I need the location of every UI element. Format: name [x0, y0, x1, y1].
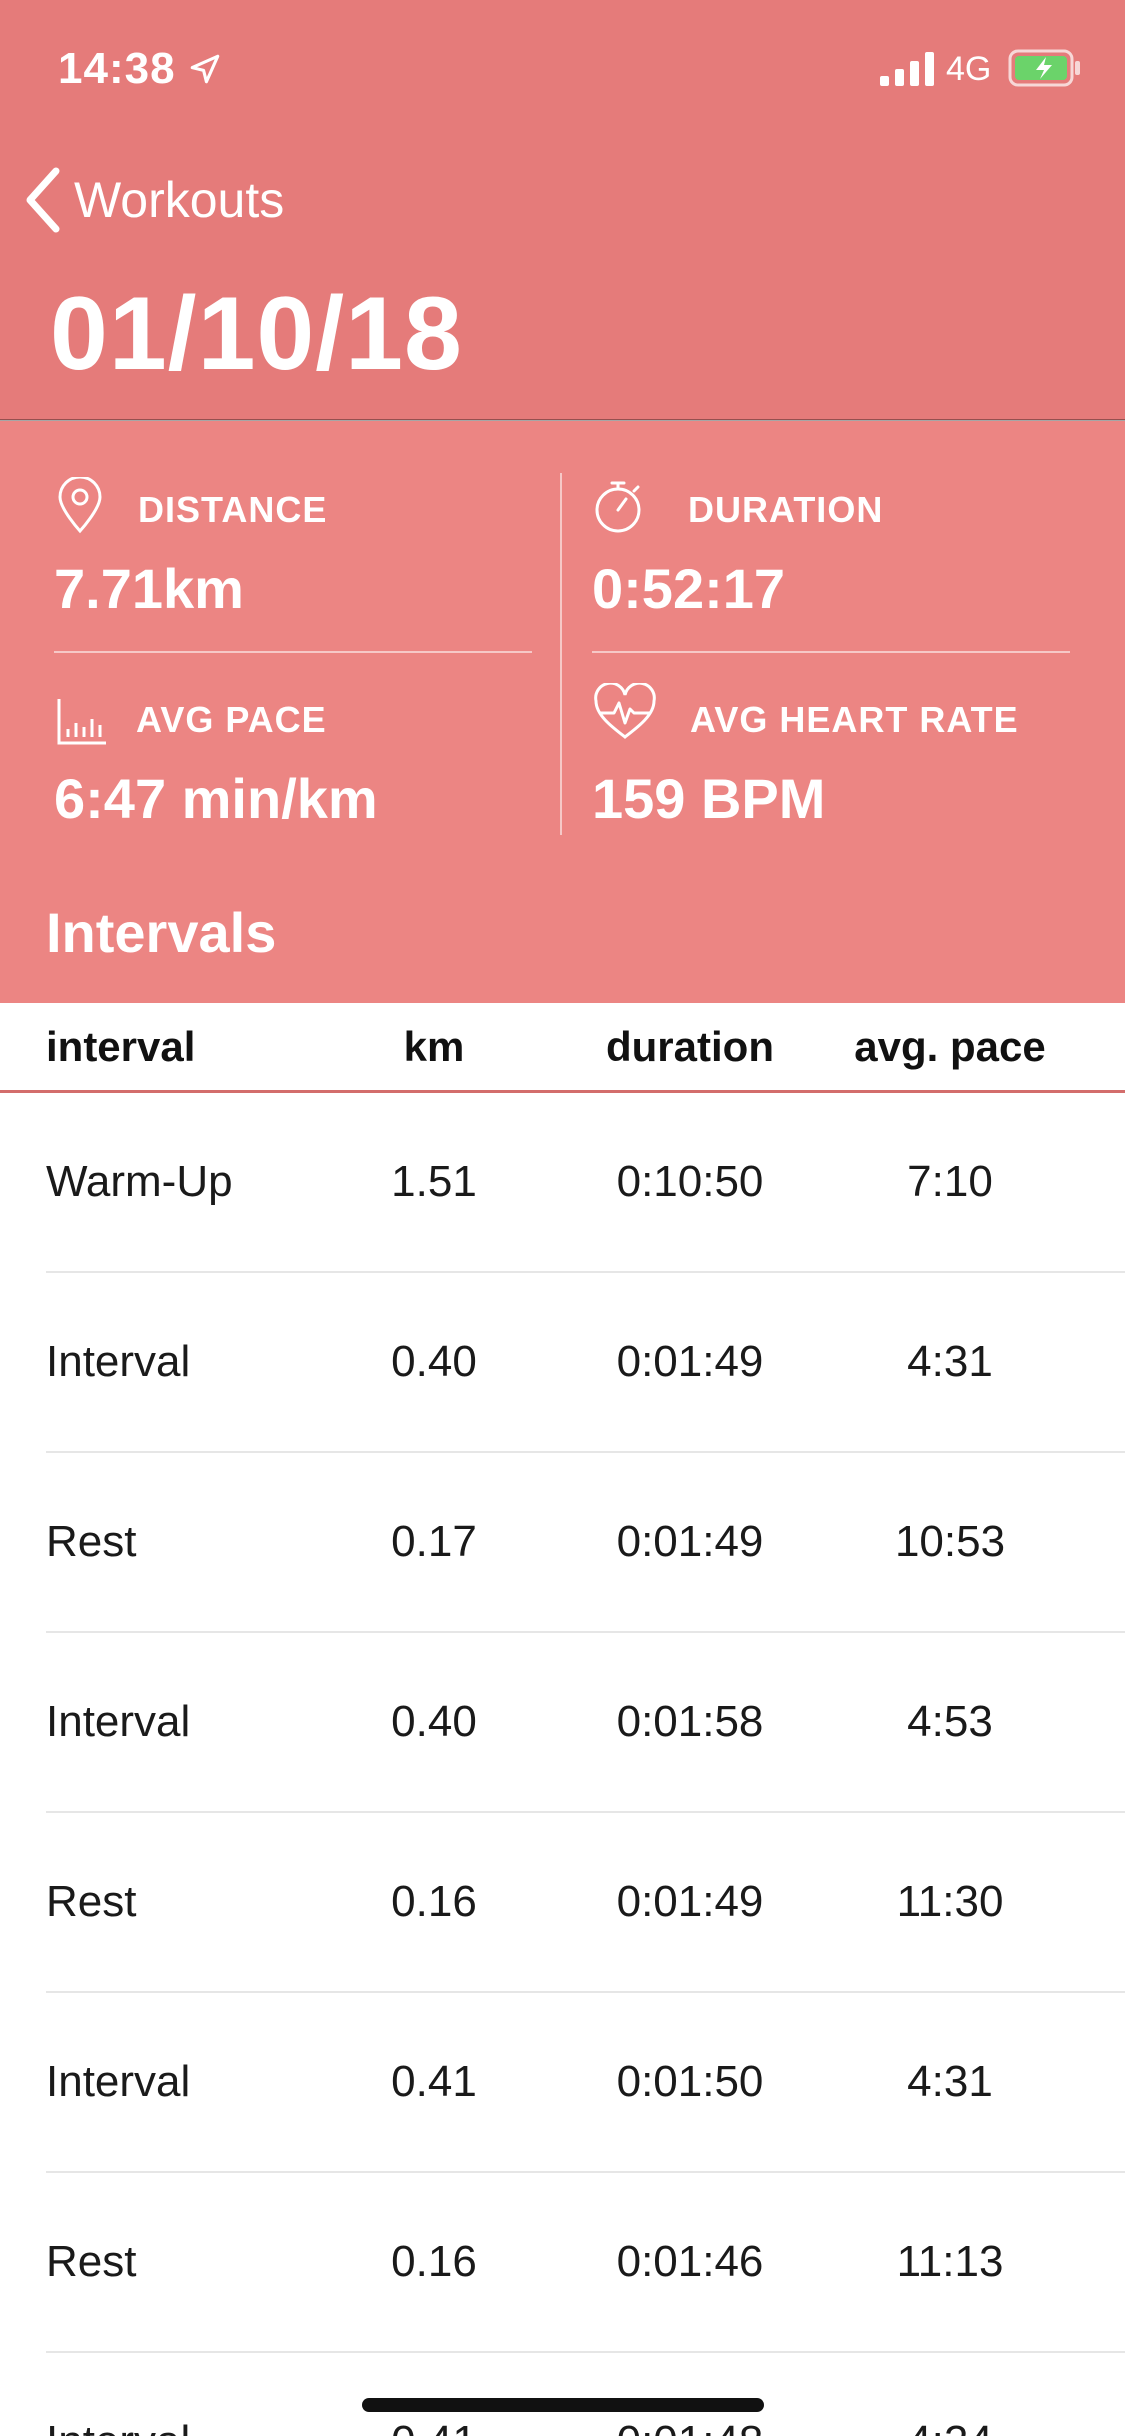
home-indicator[interactable] [362, 2398, 764, 2412]
table-row[interactable]: Rest 0.16 0:01:46 11:13 [0, 2173, 1125, 2353]
cell-pace: 4:24 [850, 2417, 1050, 2436]
table-row[interactable]: Interval 0.40 0:01:49 4:31 [0, 1273, 1125, 1453]
duration-label: DURATION [688, 489, 884, 530]
signal-icon [880, 52, 934, 86]
cell-pace: 11:13 [896, 2237, 1004, 2286]
cell-pace: 7:10 [907, 1157, 993, 1206]
intervals-title: Intervals [46, 901, 277, 964]
bar-chart-icon [57, 699, 106, 745]
cell-interval: Interval [46, 2417, 190, 2436]
cell-interval: Interval [46, 2057, 191, 2106]
cell-km: 0.40 [391, 1697, 477, 1746]
table-row[interactable]: Interval 0.40 0:01:58 4:53 [0, 1633, 1125, 1813]
cell-interval: Interval [46, 1337, 191, 1386]
cell-interval: Rest [46, 1877, 137, 1926]
cell-duration: 0:01:49 [616, 1517, 764, 1566]
header: 14:38 4G Workouts 01/10/18 [0, 0, 1125, 421]
cell-duration: 0:01:50 [616, 2057, 764, 2106]
table-row[interactable]: Rest 0.16 0:01:49 11:30 [0, 1813, 1125, 1993]
distance-value: 7.71km [54, 557, 244, 620]
cell-duration: 0:01:48 [590, 2417, 790, 2436]
avg-pace-value: 6:47 min/km [54, 767, 378, 830]
avg-heart-rate-label: AVG HEART RATE [690, 699, 1019, 740]
cell-km: 0.16 [391, 1877, 477, 1926]
cell-km: 0.40 [391, 1337, 477, 1386]
cell-interval: Warm-Up [46, 1157, 233, 1206]
column-header-avg-pace: avg. pace [854, 1023, 1046, 1070]
status-bar: 14:38 4G [0, 0, 1125, 140]
stats-panel: DISTANCE 7.71km DURATION 0:52:17 AVG PAC… [0, 421, 1125, 1003]
chevron-left-icon [26, 167, 60, 233]
table-row[interactable]: Interval 0.41 0:01:48 4:24 [0, 2353, 1125, 2436]
column-header-km: km [403, 1023, 465, 1070]
distance-label: DISTANCE [138, 489, 328, 530]
cell-duration: 0:10:50 [616, 1157, 764, 1206]
divider [54, 651, 532, 653]
cell-duration: 0:01:49 [616, 1877, 764, 1926]
column-header-interval: interval [46, 1023, 196, 1070]
divider [592, 651, 1070, 653]
status-time: 14:38 [58, 44, 176, 93]
cell-pace: 11:30 [896, 1877, 1004, 1926]
table-row[interactable]: Interval 0.41 0:01:50 4:31 [0, 1993, 1125, 2173]
avg-pace-label: AVG PACE [136, 699, 327, 740]
cell-km: 0.41 [360, 2417, 508, 2436]
table-row[interactable]: Warm-Up 1.51 0:10:50 7:10 [0, 1093, 1125, 1273]
cell-km: 0.41 [391, 2057, 477, 2106]
location-arrow-icon [190, 54, 220, 84]
stopwatch-icon [595, 481, 641, 533]
network-type: 4G [946, 50, 992, 88]
back-button[interactable]: Workouts [24, 160, 284, 240]
cell-duration: 0:01:49 [616, 1337, 764, 1386]
cell-pace: 10:53 [894, 1517, 1006, 1566]
heart-rate-icon [594, 683, 656, 739]
cell-pace: 4:31 [907, 1337, 993, 1386]
cell-km: 0.16 [391, 2237, 477, 2286]
column-header-duration: duration [606, 1023, 774, 1070]
cell-interval: Rest [46, 2237, 137, 2286]
vertical-divider [560, 473, 562, 835]
cell-km: 1.51 [391, 1157, 477, 1206]
cell-interval: Rest [46, 1517, 137, 1566]
table-header: interval km duration avg. pace [0, 1003, 1125, 1093]
duration-value: 0:52:17 [592, 557, 786, 620]
cell-pace: 4:31 [907, 2057, 993, 2106]
cell-duration: 0:01:46 [616, 2237, 764, 2286]
cell-interval: Interval [46, 1697, 191, 1746]
battery-charging-icon [1008, 49, 1080, 87]
cell-duration: 0:01:58 [616, 1697, 764, 1746]
avg-heart-rate-value: 159 BPM [592, 767, 826, 830]
cell-km: 0.17 [391, 1517, 477, 1566]
back-button-label: Workouts [74, 172, 285, 228]
location-pin-icon [58, 477, 102, 534]
table-row[interactable]: Rest 0.17 0:01:49 10:53 [0, 1453, 1125, 1633]
page-title: 01/10/18 [50, 276, 463, 392]
cell-pace: 4:53 [907, 1697, 993, 1746]
